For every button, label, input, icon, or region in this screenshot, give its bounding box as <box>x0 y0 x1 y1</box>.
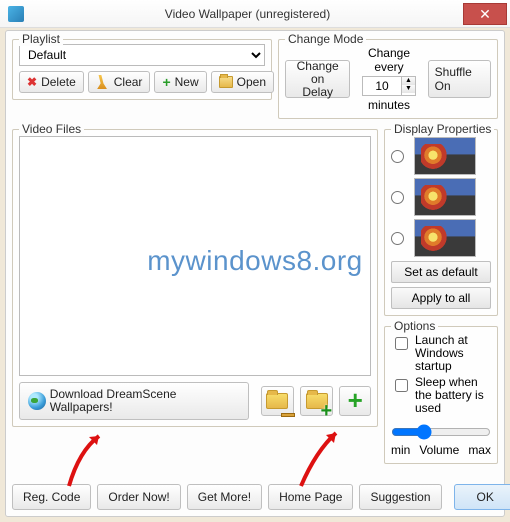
delete-button[interactable]: ✖Delete <box>19 71 84 93</box>
change-mode-label: Change Mode <box>285 32 366 46</box>
sleep-battery-label: Sleep when the battery is used <box>415 376 491 415</box>
display-mode-radio-3[interactable] <box>391 232 404 245</box>
open-button[interactable]: Open <box>211 71 274 93</box>
playlist-group: Playlist Default ✖Delete Clear +New Open <box>12 39 272 100</box>
main-panel: Playlist Default ✖Delete Clear +New Open… <box>5 30 505 517</box>
display-thumb-1 <box>414 137 476 175</box>
close-button[interactable]: ✕ <box>463 3 507 25</box>
change-on-delay-button[interactable]: Change on Delay <box>285 60 350 98</box>
volume-min-label: min <box>391 443 410 457</box>
volume-slider[interactable] <box>391 424 491 440</box>
playlist-label: Playlist <box>19 32 63 46</box>
launch-startup-checkbox[interactable] <box>395 337 408 350</box>
playlist-select[interactable]: Default <box>19 44 265 66</box>
video-files-list[interactable] <box>19 136 371 376</box>
bottom-toolbar: Reg. Code Order Now! Get More! Home Page… <box>12 484 498 510</box>
display-mode-radio-1[interactable] <box>391 150 404 163</box>
video-files-label: Video Files <box>19 122 84 136</box>
change-mode-group: Change Mode Change on Delay Change every… <box>278 39 498 119</box>
titlebar: Video Wallpaper (unregistered) ✕ <box>0 0 510 28</box>
globe-icon <box>28 392 46 410</box>
display-thumb-2 <box>414 178 476 216</box>
change-every-unit: minutes <box>356 98 421 112</box>
plus-icon: + <box>162 77 170 87</box>
reg-code-button[interactable]: Reg. Code <box>12 484 91 510</box>
window-title: Video Wallpaper (unregistered) <box>32 7 463 21</box>
options-label: Options <box>391 319 438 333</box>
video-files-group: Video Files Download DreamScene Wallpape… <box>12 129 378 427</box>
add-file-button[interactable]: + <box>339 386 371 416</box>
apply-to-all-button[interactable]: Apply to all <box>391 287 491 309</box>
order-now-button[interactable]: Order Now! <box>97 484 180 510</box>
ok-button[interactable]: OK <box>454 484 510 510</box>
display-thumb-3 <box>414 219 476 257</box>
clear-button[interactable]: Clear <box>88 71 151 93</box>
new-button[interactable]: +New <box>154 71 206 93</box>
folder-icon <box>266 393 288 409</box>
broom-icon <box>96 75 110 89</box>
spin-up[interactable]: ▲ <box>402 77 415 85</box>
spin-down[interactable]: ▼ <box>402 85 415 93</box>
add-folder-button[interactable]: + <box>300 386 333 416</box>
options-group: Options Launch at Windows startup Sleep … <box>384 326 498 464</box>
home-page-button[interactable]: Home Page <box>268 484 353 510</box>
volume-max-label: max <box>468 443 491 457</box>
display-properties-label: Display Properties <box>391 122 494 136</box>
display-mode-radio-2[interactable] <box>391 191 404 204</box>
app-icon <box>8 6 24 22</box>
set-as-default-button[interactable]: Set as default <box>391 261 491 283</box>
plus-overlay-icon: + <box>320 405 336 421</box>
delete-icon: ✖ <box>27 75 37 89</box>
display-properties-group: Display Properties Set as default Apply … <box>384 129 498 316</box>
change-every-label: Change every <box>356 46 421 74</box>
shuffle-button[interactable]: Shuffle On <box>428 60 491 98</box>
change-every-spinner[interactable]: ▲▼ <box>362 76 416 96</box>
launch-startup-label: Launch at Windows startup <box>415 334 491 373</box>
volume-label: Volume <box>419 443 459 457</box>
get-more-button[interactable]: Get More! <box>187 484 262 510</box>
download-dreamscene-button[interactable]: Download DreamScene Wallpapers! <box>19 382 249 420</box>
change-every-value[interactable] <box>363 77 401 95</box>
suggestion-button[interactable]: Suggestion <box>359 484 441 510</box>
sleep-battery-checkbox[interactable] <box>395 379 408 392</box>
minus-icon <box>281 413 295 417</box>
folder-open-icon <box>219 76 233 88</box>
remove-folder-button[interactable] <box>261 386 294 416</box>
